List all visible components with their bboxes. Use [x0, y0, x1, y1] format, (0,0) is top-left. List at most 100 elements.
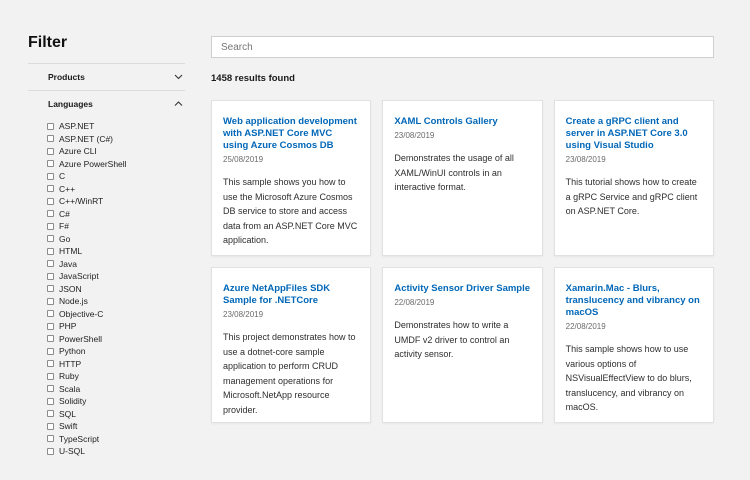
- language-filter-item[interactable]: C++/WinRT: [47, 195, 185, 208]
- language-filter-item[interactable]: JavaScript: [47, 270, 185, 283]
- language-label: Solidity: [59, 396, 86, 406]
- checkbox[interactable]: [47, 385, 54, 392]
- language-label: PHP: [59, 321, 76, 331]
- filter-section-languages[interactable]: Languages: [28, 90, 185, 117]
- checkbox[interactable]: [47, 135, 54, 142]
- language-filter-item[interactable]: PowerShell: [47, 333, 185, 346]
- language-filter-item[interactable]: HTML: [47, 245, 185, 258]
- language-filter-item[interactable]: Ruby: [47, 370, 185, 383]
- language-filter-item[interactable]: JSON: [47, 283, 185, 296]
- checkbox[interactable]: [47, 223, 54, 230]
- checkbox[interactable]: [47, 198, 54, 205]
- language-filter-item[interactable]: Solidity: [47, 395, 185, 408]
- checkbox[interactable]: [47, 210, 54, 217]
- result-card-title-link[interactable]: XAML Controls Gallery: [394, 116, 530, 128]
- filter-section-products[interactable]: Products: [28, 63, 185, 90]
- result-card-title-link[interactable]: Web application development with ASP.NET…: [223, 116, 359, 152]
- checkbox[interactable]: [47, 435, 54, 442]
- language-label: Swift: [59, 421, 77, 431]
- result-card-description: Demonstrates how to write a UMDF v2 driv…: [394, 318, 530, 362]
- language-label: Go: [59, 234, 70, 244]
- checkbox[interactable]: [47, 323, 54, 330]
- language-filter-item[interactable]: Node.js: [47, 295, 185, 308]
- language-filter-item[interactable]: F#: [47, 220, 185, 233]
- checkbox[interactable]: [47, 160, 54, 167]
- checkbox[interactable]: [47, 360, 54, 367]
- language-label: C: [59, 171, 65, 181]
- language-list: ASP.NET ASP.NET (C#) Azure CLI Azure Pow…: [28, 117, 185, 458]
- language-label: JavaScript: [59, 271, 99, 281]
- result-card-description: This sample shows you how to use the Mic…: [223, 175, 359, 248]
- search-input[interactable]: [211, 36, 714, 58]
- checkbox[interactable]: [47, 373, 54, 380]
- products-section-label: Products: [48, 72, 85, 82]
- language-filter-item[interactable]: Java: [47, 258, 185, 271]
- language-label: HTML: [59, 246, 82, 256]
- language-label: Java: [59, 259, 77, 269]
- filter-heading: Filter: [28, 34, 185, 52]
- results-count: 1458 results found: [211, 73, 714, 84]
- checkbox[interactable]: [47, 423, 54, 430]
- language-filter-item[interactable]: U-SQL: [47, 445, 185, 458]
- language-label: ASP.NET (C#): [59, 134, 113, 144]
- result-card-description: Demonstrates the usage of all XAML/WinUI…: [394, 151, 530, 195]
- checkbox[interactable]: [47, 410, 54, 417]
- checkbox[interactable]: [47, 335, 54, 342]
- result-card-title-link[interactable]: Xamarin.Mac - Blurs, translucency and vi…: [566, 283, 702, 319]
- language-filter-item[interactable]: Scala: [47, 383, 185, 396]
- language-label: JSON: [59, 284, 82, 294]
- checkbox[interactable]: [47, 310, 54, 317]
- language-filter-item[interactable]: TypeScript: [47, 433, 185, 446]
- checkbox[interactable]: [47, 185, 54, 192]
- language-filter-item[interactable]: Swift: [47, 420, 185, 433]
- checkbox[interactable]: [47, 248, 54, 255]
- language-filter-item[interactable]: PHP: [47, 320, 185, 333]
- checkbox[interactable]: [47, 298, 54, 305]
- checkbox[interactable]: [47, 260, 54, 267]
- language-filter-item[interactable]: Azure PowerShell: [47, 158, 185, 171]
- filter-accordion: Products Languages ASP.NET ASP.NET (C#) …: [28, 63, 185, 458]
- checkbox[interactable]: [47, 148, 54, 155]
- language-filter-item[interactable]: Python: [47, 345, 185, 358]
- checkbox[interactable]: [47, 348, 54, 355]
- language-filter-item[interactable]: Objective-C: [47, 308, 185, 321]
- result-card-title-link[interactable]: Create a gRPC client and server in ASP.N…: [566, 116, 702, 152]
- result-card: Create a gRPC client and server in ASP.N…: [554, 100, 714, 256]
- checkbox[interactable]: [47, 285, 54, 292]
- language-label: Python: [59, 346, 85, 356]
- chevron-up-icon: [174, 99, 183, 109]
- result-card-description: This project demonstrates how to use a d…: [223, 330, 359, 417]
- result-card-title-link[interactable]: Activity Sensor Driver Sample: [394, 283, 530, 295]
- result-card-date: 23/08/2019: [223, 310, 359, 319]
- result-card-date: 25/08/2019: [223, 155, 359, 164]
- language-label: PowerShell: [59, 334, 102, 344]
- result-card-date: 23/08/2019: [394, 131, 530, 140]
- language-filter-item[interactable]: HTTP: [47, 358, 185, 371]
- checkbox[interactable]: [47, 123, 54, 130]
- language-filter-item[interactable]: Azure CLI: [47, 145, 185, 158]
- language-filter-item[interactable]: C++: [47, 183, 185, 196]
- language-filter-item[interactable]: C#: [47, 208, 185, 221]
- language-label: SQL: [59, 409, 76, 419]
- results-grid: Web application development with ASP.NET…: [211, 100, 714, 423]
- checkbox[interactable]: [47, 273, 54, 280]
- language-label: F#: [59, 221, 69, 231]
- language-label: TypeScript: [59, 434, 99, 444]
- language-label: C++: [59, 184, 75, 194]
- language-label: C++/WinRT: [59, 196, 103, 206]
- language-filter-item[interactable]: C: [47, 170, 185, 183]
- result-card-title-link[interactable]: Azure NetAppFiles SDK Sample for .NETCor…: [223, 283, 359, 307]
- language-label: Scala: [59, 384, 80, 394]
- language-filter-item[interactable]: ASP.NET: [47, 120, 185, 133]
- language-filter-item[interactable]: Go: [47, 233, 185, 246]
- checkbox[interactable]: [47, 448, 54, 455]
- language-label: Objective-C: [59, 309, 103, 319]
- checkbox[interactable]: [47, 398, 54, 405]
- result-card-date: 22/08/2019: [394, 298, 530, 307]
- language-filter-item[interactable]: SQL: [47, 408, 185, 421]
- checkbox[interactable]: [47, 173, 54, 180]
- language-label: Azure PowerShell: [59, 159, 127, 169]
- language-filter-item[interactable]: ASP.NET (C#): [47, 133, 185, 146]
- result-card: Activity Sensor Driver Sample 22/08/2019…: [382, 267, 542, 423]
- checkbox[interactable]: [47, 235, 54, 242]
